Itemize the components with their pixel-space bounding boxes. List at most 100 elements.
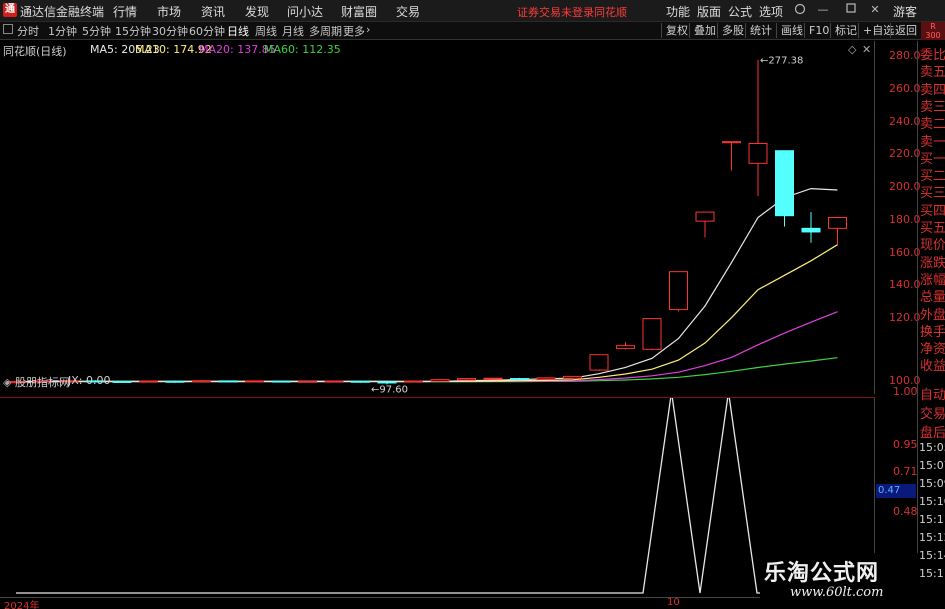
candle-body [510,378,529,381]
indicator-title: ◈ 股朋指标网 [3,376,70,389]
candle-body [298,380,317,383]
guest-label[interactable]: 游客 [893,3,917,20]
candle-body [139,380,158,383]
quote-time: 15:14 [919,549,945,562]
menu-function[interactable]: 功能 [666,3,690,20]
ma60-line [16,357,838,383]
menu-options[interactable]: 选项 [759,3,783,20]
watermark-title: 乐淘公式网 [764,561,880,586]
menu-trade[interactable]: 交易 [396,3,420,20]
indicator-current-value: 0.47 [876,484,916,498]
draw-line-button[interactable]: 画线 [776,23,803,38]
candle-body [245,380,264,383]
period-1min[interactable]: 1分钟 [48,23,77,39]
main-chart-panel[interactable]: ←277.38 ←97.60 [0,41,875,394]
candle-body [218,380,238,383]
kline-chart: ←277.38 ←97.60 [6,56,847,394]
overlay-button[interactable]: 叠加 [689,23,716,38]
high-label: ←277.38 [760,56,803,67]
y-tick: 260.0 [889,82,921,95]
f10-button[interactable]: F10 [804,23,829,38]
candle-body [536,377,556,380]
quote-label: 换手 [920,324,945,340]
candle-body [669,271,688,311]
quote-time: 15:09 [919,477,945,490]
period-5min[interactable]: 5分钟 [82,23,111,39]
menu-quotes[interactable]: 行情 [113,3,137,20]
indicator-y-tick: 1.00 [893,385,918,398]
menu-discover[interactable]: 发现 [245,3,269,20]
message-icon[interactable] [792,3,808,17]
candle-body [483,377,503,380]
quote-label: 买三 [920,186,945,202]
low-label: ←97.60 [371,384,408,394]
menu-formula[interactable]: 公式 [728,3,752,20]
y-tick: 120.0 [889,311,921,324]
mark-button[interactable]: 标记 [830,23,857,38]
diamond-icon[interactable]: ◇ [848,43,856,56]
r300-badge[interactable]: R 300 [921,22,945,40]
indicator-y-tick: 0.71 [893,465,918,478]
candle-body [457,378,476,381]
menu-news[interactable]: 资讯 [201,3,225,20]
close-chart-icon[interactable]: ✕ [862,43,871,56]
candle-body [642,318,662,350]
period-more[interactable]: 更多 [343,23,365,39]
period-15min[interactable]: 15分钟 [115,23,151,39]
chevron-right-icon[interactable]: › [366,23,370,36]
quote-lower-label: 自动 [920,388,945,403]
y-tick: 160.0 [889,246,921,259]
quote-label: 总量 [920,290,945,306]
y-tick: 280.0 [889,49,921,62]
month-label: 10 [667,597,680,608]
quote-label: 买一 [920,151,945,167]
y-tick: 140.0 [889,278,921,291]
chart-title: 同花顺(日线) [3,45,67,58]
menu-market[interactable]: 市场 [157,3,181,20]
candle-body [801,227,821,233]
period-intraday[interactable]: 分时 [17,23,39,39]
indicator-panel[interactable] [0,397,875,605]
login-warning[interactable]: 证券交易未登录 [517,4,594,20]
candle-body [828,217,847,229]
candle-body [112,380,132,383]
year-label: 2024年 [4,601,40,609]
minimize-icon[interactable]: — [815,3,831,17]
quote-time: 15:07 [919,459,945,472]
y-tick: 200.0 [889,180,921,193]
y-tick: 180.0 [889,213,921,226]
period-weekly[interactable]: 周线 [255,23,277,39]
candle-body [377,381,397,384]
ma60-label: MA60: 112.35 [264,43,341,56]
back-button[interactable]: 返回 [890,23,917,38]
quote-label: 现价 [920,238,945,254]
menu-assistant[interactable]: 问小达 [287,3,323,20]
quote-label: 买四 [920,203,945,219]
period-multi[interactable]: 多周期 [309,23,342,39]
quote-label: 收益 [920,359,945,375]
indicator-y-tick: 0.48 [893,505,918,518]
period-60min[interactable]: 60分钟 [189,23,225,39]
menu-layout[interactable]: 版面 [697,3,721,20]
period-monthly[interactable]: 月线 [282,23,304,39]
candle-body [324,380,344,383]
brand-link[interactable]: 同花顺 [594,4,627,20]
adjust-button[interactable]: 复权 [661,23,688,38]
quote-lower-label: 盘后 [920,426,945,441]
quote-label: 委比 [920,48,945,63]
maximize-icon[interactable] [843,3,859,17]
candle-body [722,141,741,144]
add-watchlist-button[interactable]: +自选 [858,23,894,38]
candle-body [775,150,794,217]
quote-label: 外盘 [920,307,945,323]
candle-body [351,380,370,383]
quote-time: 15:10 [919,495,945,508]
jx-line [16,398,875,594]
watermark-url: www.60lt.com [790,585,884,600]
close-icon[interactable]: ✕ [867,3,883,17]
period-30min[interactable]: 30分钟 [152,23,188,39]
stats-button[interactable]: 统计 [745,23,772,38]
period-daily[interactable]: 日线 [227,23,249,39]
menu-wealth[interactable]: 财富圈 [341,3,377,20]
multi-stock-button[interactable]: 多股 [717,23,744,38]
